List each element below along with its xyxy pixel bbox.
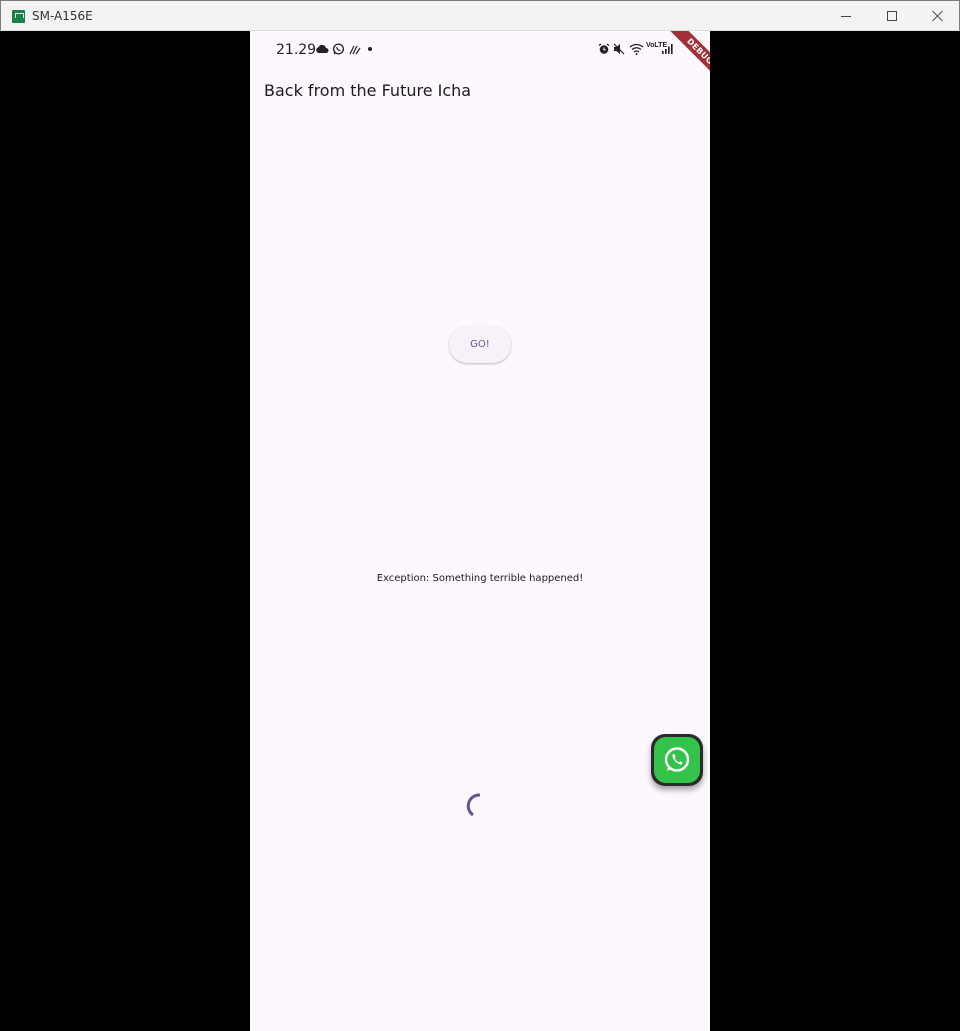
whatsapp-icon <box>332 43 345 55</box>
cloud-icon <box>316 44 329 53</box>
close-icon <box>932 10 944 22</box>
status-time: 21.29 <box>276 42 317 58</box>
loading-spinner-icon <box>466 793 481 817</box>
wifi-icon <box>629 43 644 55</box>
maximize-button[interactable] <box>869 1 915 31</box>
whatsapp-floating-button[interactable] <box>651 734 703 786</box>
go-button[interactable]: GO! <box>449 326 511 363</box>
window-title: SM-A156E <box>32 9 93 23</box>
maximize-icon <box>887 11 897 21</box>
alarm-icon <box>598 43 610 54</box>
notification-dot-icon <box>368 47 372 51</box>
exception-message: Exception: Something terrible happened! <box>376 573 584 584</box>
signal-lines-icon <box>349 45 361 55</box>
volte-lte-icon: VoLTE <box>646 42 667 56</box>
minimize-icon <box>841 15 851 17</box>
mute-icon <box>613 43 625 55</box>
minimize-button[interactable] <box>823 1 869 31</box>
cell-signal-icon <box>662 44 673 54</box>
close-button[interactable] <box>915 1 960 31</box>
page-title: Back from the Future Icha <box>264 81 472 100</box>
whatsapp-fab-background <box>654 737 700 783</box>
phone-screen: 21.29 VoLTE DEBUG Back from the Future I… <box>250 31 710 1031</box>
status-bar: 21.29 VoLTE <box>250 31 710 71</box>
whatsapp-icon <box>664 747 690 772</box>
window-titlebar: SM-A156E <box>0 0 960 31</box>
app-icon <box>12 10 25 23</box>
